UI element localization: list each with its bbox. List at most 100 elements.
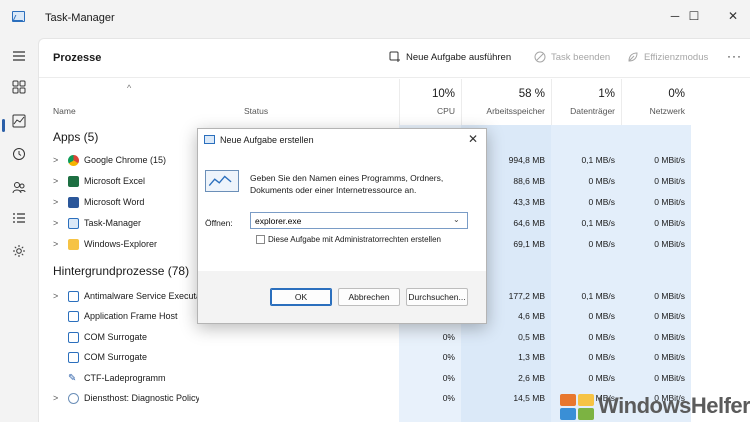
process-name: CTF-Ladeprogramm <box>84 373 166 383</box>
network-total: 0% <box>668 88 685 100</box>
memory-label: Arbeitsspeicher <box>486 106 545 116</box>
expand-chevron-icon[interactable]: > <box>53 197 58 207</box>
network-value: 0 MBit/s <box>654 311 685 321</box>
nav-details-icon[interactable] <box>9 208 29 228</box>
expand-chevron-icon[interactable]: > <box>53 155 58 165</box>
gear-icon <box>68 393 79 404</box>
memory-value: 2,6 MB <box>518 373 545 383</box>
service-icon <box>68 311 79 322</box>
leaf-icon <box>628 52 638 62</box>
memory-value: 177,2 MB <box>508 291 545 301</box>
process-name: Microsoft Excel <box>84 176 146 186</box>
process-name: Windows-Explorer <box>84 239 158 249</box>
memory-value: 69,1 MB <box>513 239 545 249</box>
run-window-icon <box>205 170 239 192</box>
cpu-value: 0% <box>442 393 455 403</box>
expand-chevron-icon[interactable]: > <box>53 291 58 301</box>
nav-active-indicator <box>2 119 5 132</box>
network-value: 0 MBit/s <box>654 176 685 186</box>
ok-button[interactable]: OK <box>270 288 332 306</box>
title-bar: Task-Manager ─ ☐ ✕ <box>0 0 750 36</box>
process-name: Microsoft Word <box>84 197 145 207</box>
watermark-logo: WindowsHelfer <box>560 392 750 422</box>
admin-checkbox-label[interactable]: Diese Aufgabe mit Administratorrechten e… <box>268 235 441 244</box>
expand-chevron-icon[interactable]: > <box>53 239 58 249</box>
column-header-name[interactable]: Name <box>53 106 76 116</box>
disk-value: 0 MB/s <box>588 332 615 342</box>
more-options-icon[interactable]: ··· <box>727 49 742 63</box>
nav-services-icon[interactable] <box>9 241 29 261</box>
expand-chevron-icon[interactable]: > <box>53 218 58 228</box>
network-value: 0 MBit/s <box>654 197 685 207</box>
maximize-button[interactable]: ☐ <box>679 5 709 27</box>
app-title: Task-Manager <box>45 12 115 24</box>
process-row[interactable]: COM Surrogate 0% 1,3 MB 0 MB/s 0 MBit/s <box>39 348 750 368</box>
dialog-close-icon[interactable]: ✕ <box>468 132 478 146</box>
process-name: Application Frame Host <box>84 311 178 321</box>
memory-value: 994,8 MB <box>508 155 545 165</box>
hamburger-menu-icon[interactable] <box>9 46 29 66</box>
disk-value: 0,1 MB/s <box>581 218 615 228</box>
close-button[interactable]: ✕ <box>718 5 748 27</box>
column-header-network[interactable]: 0% Netzwerk <box>621 79 691 125</box>
network-value: 0 MBit/s <box>654 218 685 228</box>
admin-checkbox[interactable] <box>256 235 265 244</box>
background-group-header: Hintergrundprozesse (78) <box>53 264 190 278</box>
open-input[interactable] <box>250 212 468 229</box>
new-task-button[interactable]: Neue Aufgabe ausführen <box>389 51 511 63</box>
cpu-value: 0% <box>442 352 455 362</box>
disk-value: 0 MB/s <box>588 239 615 249</box>
nav-history-icon[interactable] <box>9 144 29 164</box>
nav-performance-icon[interactable] <box>9 111 29 131</box>
new-task-icon <box>389 51 400 62</box>
watermark-text: WindowsHelfer <box>598 393 750 418</box>
nav-startup-icon[interactable] <box>9 177 29 197</box>
cpu-value: 0% <box>442 332 455 342</box>
memory-value: 43,3 MB <box>513 197 545 207</box>
taskmanager-icon <box>12 11 25 22</box>
run-icon <box>204 135 215 144</box>
cancel-button[interactable]: Abbrechen <box>338 288 400 306</box>
windowshelfer-logo-icon <box>560 394 594 420</box>
process-name: Task-Manager <box>84 218 142 228</box>
memory-value: 4,6 MB <box>518 311 545 321</box>
column-header-disk[interactable]: 1% Datenträger <box>551 79 621 125</box>
page-title: Prozesse <box>53 52 102 64</box>
process-row[interactable]: COM Surrogate 0% 0,5 MB 0 MB/s 0 MBit/s <box>39 328 750 348</box>
left-nav <box>0 36 38 422</box>
process-row[interactable]: ✎ CTF-Ladeprogramm 0% 2,6 MB 0 MB/s 0 MB… <box>39 369 750 389</box>
disk-value: 0 MB/s <box>588 352 615 362</box>
cpu-total: 10% <box>431 88 455 100</box>
efficiency-mode-label: Effizienzmodus <box>644 51 709 63</box>
network-label: Netzwerk <box>649 106 685 116</box>
column-header-memory[interactable]: 58 % Arbeitsspeicher <box>461 79 551 125</box>
process-name: COM Surrogate <box>84 332 148 342</box>
toolbar-divider <box>39 77 750 78</box>
network-value: 0 MBit/s <box>654 352 685 362</box>
efficiency-mode-button[interactable]: Effizienzmodus <box>627 51 708 63</box>
column-header-cpu[interactable]: 10% CPU <box>399 79 461 125</box>
service-icon <box>68 291 79 302</box>
browse-button[interactable]: Durchsuchen... <box>406 288 468 306</box>
word-icon <box>68 197 79 208</box>
process-name: COM Surrogate <box>84 352 148 362</box>
disk-value: 0 MB/s <box>588 197 615 207</box>
chrome-icon <box>68 155 79 166</box>
cpu-label: CPU <box>437 106 455 116</box>
end-task-label: Task beenden <box>551 51 611 63</box>
disk-value: 0 MB/s <box>588 311 615 321</box>
network-value: 0 MBit/s <box>654 155 685 165</box>
disk-value: 0 MB/s <box>588 176 615 186</box>
taskmanager-icon <box>68 218 79 229</box>
chevron-down-icon[interactable]: ⌄ <box>453 215 460 224</box>
process-name: Antimalware Service Executable <box>84 291 199 301</box>
end-task-button[interactable]: Task beenden <box>534 51 610 63</box>
apps-group-header: Apps (5) <box>53 130 99 144</box>
expand-chevron-icon[interactable]: > <box>53 393 58 403</box>
expand-chevron-icon[interactable]: > <box>53 176 58 186</box>
nav-processes-icon[interactable] <box>9 77 29 97</box>
memory-value: 14,5 MB <box>513 393 545 403</box>
dialog-title-bar: Neue Aufgabe erstellen ✕ <box>198 129 486 151</box>
column-header-status[interactable]: Status <box>244 106 268 116</box>
memory-value: 0,5 MB <box>518 332 545 342</box>
